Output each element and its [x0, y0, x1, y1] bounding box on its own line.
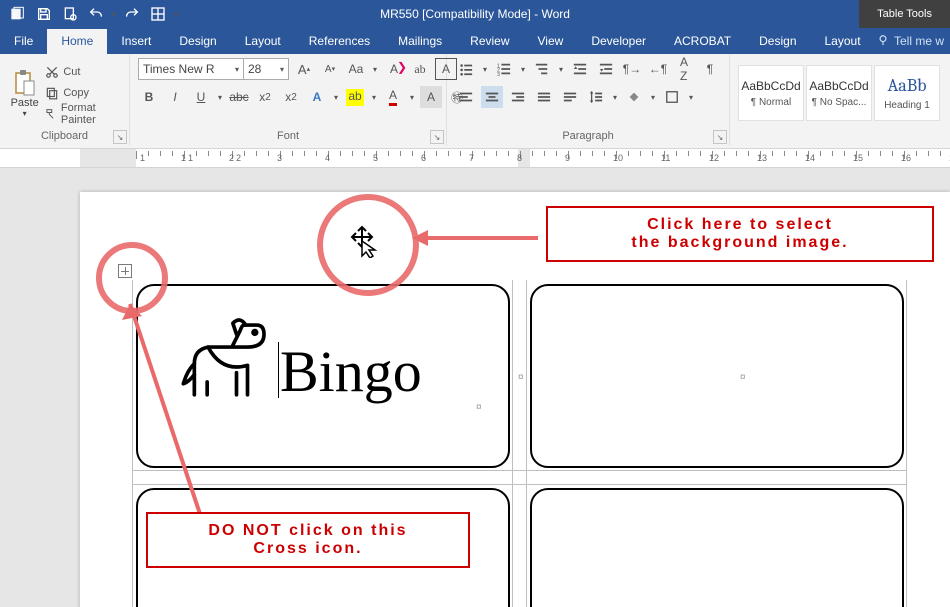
group-font: Times New R▾ 28▾ A▴ A▾ Aa▾ A❯ ab A B I U… — [130, 54, 447, 146]
multilevel-list-icon[interactable] — [531, 58, 553, 80]
decrease-indent-icon[interactable] — [569, 58, 591, 80]
tab-table-layout[interactable]: Layout — [811, 29, 875, 54]
font-name-combo[interactable]: Times New R▾ — [138, 58, 244, 80]
window-title: MR550 [Compatibility Mode] - Word — [380, 7, 570, 21]
phonetic-guide-icon[interactable]: ab — [409, 58, 431, 80]
arrow-head-icon — [412, 230, 428, 246]
undo-dropdown-icon[interactable]: ▾ — [110, 4, 118, 24]
paste-label: Paste — [11, 97, 39, 109]
show-hide-icon[interactable]: ¶ — [699, 58, 721, 80]
style-heading1[interactable]: AaBbHeading 1 — [874, 65, 940, 121]
align-left-icon[interactable] — [455, 86, 477, 108]
subscript-icon[interactable]: x2 — [254, 86, 276, 108]
annotation-circle-top — [317, 194, 419, 296]
tab-home[interactable]: Home — [47, 29, 107, 54]
clipboard-dialog-launcher-icon[interactable]: ↘ — [113, 130, 127, 144]
annotation-arrow-top — [428, 236, 538, 240]
underline-icon[interactable]: U — [190, 86, 212, 108]
format-painter-button[interactable]: Format Painter — [45, 105, 121, 123]
bullets-icon[interactable] — [455, 58, 477, 80]
grow-font-icon[interactable]: A▴ — [293, 58, 315, 80]
annotation-callout-bottom: DO NOT click on this Cross icon. — [146, 512, 470, 568]
sort-icon[interactable]: AZ — [673, 58, 695, 80]
align-right-icon[interactable] — [507, 86, 529, 108]
bold-icon[interactable]: B — [138, 86, 160, 108]
group-clipboard: Paste ▾ Cut Copy Format Painter Clipboar… — [0, 54, 130, 146]
tab-review[interactable]: Review — [456, 29, 523, 54]
superscript-icon[interactable]: x2 — [280, 86, 302, 108]
copy-button[interactable]: Copy — [45, 84, 121, 102]
text-cursor — [278, 342, 279, 398]
tab-references[interactable]: References — [295, 29, 384, 54]
ribbon-tabs: File Home Insert Design Layout Reference… — [0, 28, 950, 54]
paragraph-mark-icon: ¤ — [476, 402, 482, 413]
tab-developer[interactable]: Developer — [577, 29, 660, 54]
tab-layout[interactable]: Layout — [231, 29, 295, 54]
change-case-icon[interactable]: Aa — [345, 58, 367, 80]
tab-view[interactable]: View — [524, 29, 578, 54]
document-canvas[interactable]: ¤ ¤ ¤ Bingo — [0, 168, 950, 607]
shading-icon[interactable] — [623, 86, 645, 108]
distributed-icon[interactable] — [559, 86, 581, 108]
page[interactable]: ¤ ¤ ¤ Bingo — [80, 192, 950, 607]
tab-insert[interactable]: Insert — [107, 29, 165, 54]
line-spacing-icon[interactable] — [585, 86, 607, 108]
font-size-combo[interactable]: 28▾ — [244, 58, 289, 80]
quick-access-toolbar: ▾ ▾ — [0, 2, 180, 26]
redo-icon[interactable] — [120, 2, 144, 26]
style-no-spacing[interactable]: AaBbCcDd¶ No Spac... — [806, 65, 872, 121]
ribbon: Paste ▾ Cut Copy Format Painter Clipboar… — [0, 54, 950, 149]
paragraph-mark-icon: ¤ — [740, 372, 746, 383]
tab-design[interactable]: Design — [165, 29, 230, 54]
paste-button[interactable]: Paste ▾ — [8, 69, 41, 118]
tab-file[interactable]: File — [0, 29, 47, 54]
svg-text:3: 3 — [497, 72, 500, 76]
group-paragraph: ▾ 123▾ ▾ ¶→ ←¶ AZ ¶ ▾ ▾ ▾ Paragraph — [447, 54, 730, 146]
paragraph-mark-icon: ¤ — [518, 372, 524, 383]
shrink-font-icon[interactable]: A▾ — [319, 58, 341, 80]
title-bar: ▾ ▾ MR550 [Compatibility Mode] - Word Ta… — [0, 0, 950, 28]
tab-mailings[interactable]: Mailings — [384, 29, 456, 54]
paragraph-dialog-launcher-icon[interactable]: ↘ — [713, 130, 727, 144]
tab-acrobat[interactable]: ACROBAT — [660, 29, 745, 54]
rtl-icon[interactable]: ←¶ — [647, 58, 669, 80]
font-color-icon[interactable]: A — [382, 86, 404, 108]
borders-icon[interactable] — [661, 86, 683, 108]
character-shading-icon[interactable]: A — [420, 86, 442, 108]
cut-button[interactable]: Cut — [45, 63, 121, 81]
save-icon[interactable] — [32, 2, 56, 26]
horizontal-ruler[interactable]: 1 1 2 12345678910111213141516171819 — [0, 149, 950, 168]
highlight-icon[interactable]: ab — [344, 86, 366, 108]
increase-indent-icon[interactable] — [595, 58, 617, 80]
align-center-icon[interactable] — [481, 86, 503, 108]
text-effects-icon[interactable]: A — [306, 86, 328, 108]
font-dialog-launcher-icon[interactable]: ↘ — [430, 130, 444, 144]
label-text[interactable]: Bingo — [280, 338, 422, 405]
group-label-paragraph: Paragraph — [455, 128, 721, 144]
label-cell-2[interactable] — [530, 284, 904, 468]
group-label-clipboard: Clipboard — [8, 128, 121, 144]
group-styles: AaBbCcDd¶ Normal AaBbCcDd¶ No Spac... Aa… — [730, 54, 950, 146]
annotation-callout-top: Click here to select the background imag… — [546, 206, 934, 262]
contextual-tab-label: Table Tools — [859, 0, 950, 28]
label-cell-4[interactable] — [530, 488, 904, 607]
tell-me-label: Tell me w — [894, 34, 944, 48]
justify-icon[interactable] — [533, 86, 555, 108]
qat-customize-icon[interactable]: ▾ — [172, 4, 180, 24]
italic-icon[interactable]: I — [164, 86, 186, 108]
tell-me-search[interactable]: Tell me w — [876, 28, 944, 54]
strikethrough-icon[interactable]: abc — [228, 86, 250, 108]
tab-table-design[interactable]: Design — [745, 29, 810, 54]
ltr-icon[interactable]: ¶→ — [621, 58, 643, 80]
clear-formatting-icon[interactable]: A❯ — [383, 58, 405, 80]
print-preview-icon[interactable] — [58, 2, 82, 26]
annotation-arrow-bottom — [120, 296, 240, 526]
undo-icon[interactable] — [84, 2, 108, 26]
style-normal[interactable]: AaBbCcDd¶ Normal — [738, 65, 804, 121]
group-label-font: Font — [138, 128, 438, 144]
table-icon[interactable] — [146, 2, 170, 26]
numbering-icon[interactable]: 123 — [493, 58, 515, 80]
word-app-icon[interactable] — [6, 2, 30, 26]
